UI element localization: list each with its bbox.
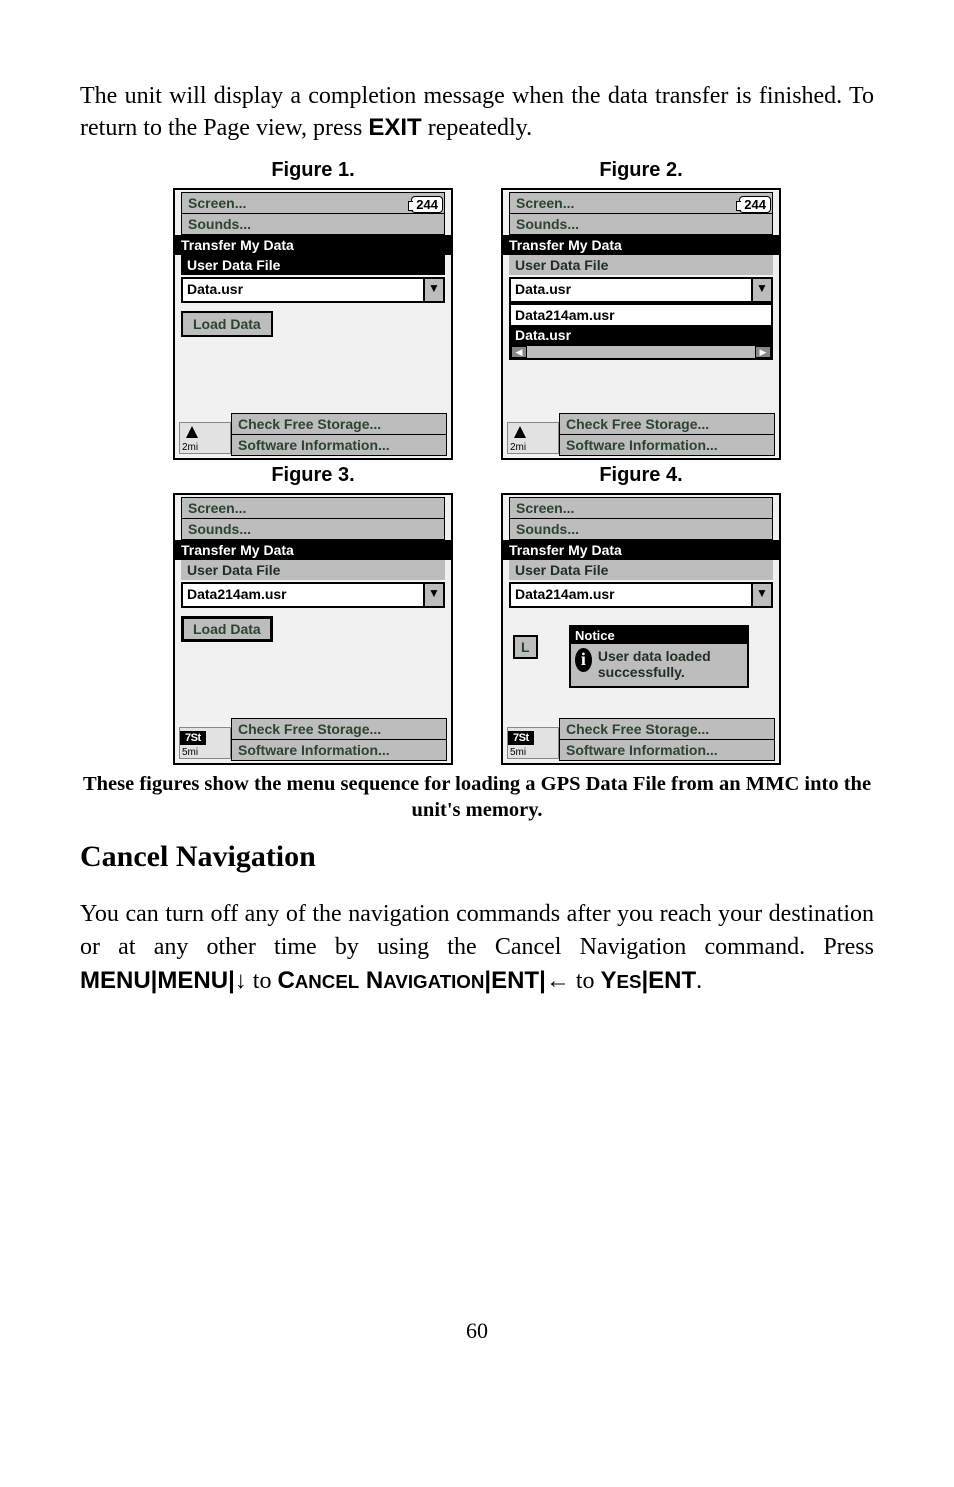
figures-container: Figure 1. Screen... Sounds... Transfer M… (80, 159, 874, 765)
pipe: | (228, 967, 235, 994)
cancel-navigation-paragraph: You can turn off any of the navigation c… (80, 898, 874, 998)
street-icon: 7St (508, 731, 534, 745)
info-icon: i (575, 648, 592, 672)
chevron-down-icon[interactable]: ▼ (423, 584, 443, 606)
transfer-title: Transfer My Data (175, 235, 451, 255)
map-thumbnail: 2mi (179, 422, 231, 454)
dropdown-option-selected[interactable]: Data.usr (511, 325, 771, 345)
file-dropdown[interactable]: Data.usr ▼ (509, 277, 773, 303)
menu-software-info[interactable]: Software Information... (231, 740, 447, 761)
chevron-down-icon[interactable]: ▼ (751, 584, 771, 606)
period: . (696, 968, 702, 994)
ent-key: ENT (491, 967, 539, 994)
figure2-title: Figure 2. (501, 159, 781, 182)
scroll-left-icon[interactable]: ◀ (511, 346, 527, 358)
figure4-panel: Screen... Sounds... Transfer My Data Use… (501, 493, 781, 765)
cancel-navigation-heading: Cancel Navigation (80, 840, 874, 874)
street-icon: 7St (180, 731, 206, 745)
transfer-title: Transfer My Data (175, 540, 451, 560)
ent-key: ENT (648, 967, 696, 994)
menu-software-info[interactable]: Software Information... (559, 435, 775, 456)
load-data-button[interactable]: Load Data (181, 616, 273, 642)
menu-check-storage[interactable]: Check Free Storage... (559, 413, 775, 435)
menu-software-info[interactable]: Software Information... (231, 435, 447, 456)
chevron-down-icon[interactable]: ▼ (423, 279, 443, 301)
figure3-title: Figure 3. (173, 464, 453, 487)
menu-sounds[interactable]: Sounds... (509, 214, 773, 235)
map-scale: 2mi (510, 442, 526, 453)
dropdown-value: Data.usr (183, 279, 423, 301)
map-thumbnail: 2mi (507, 422, 559, 454)
menu-check-storage[interactable]: Check Free Storage... (231, 413, 447, 435)
figure4-title: Figure 4. (501, 464, 781, 487)
dropdown-value: Data214am.usr (183, 584, 423, 606)
user-data-file-label: User Data File (181, 255, 445, 275)
menu-key: MENU (80, 967, 151, 994)
figure1-title: Figure 1. (173, 159, 453, 182)
file-dropdown[interactable]: Data214am.usr ▼ (509, 582, 773, 608)
dropdown-open-list[interactable]: Data214am.usr Data.usr ◀ ▶ (509, 303, 773, 360)
cursor-icon (186, 426, 198, 438)
menu-screen[interactable]: Screen... (509, 497, 773, 519)
menu-sounds[interactable]: Sounds... (181, 519, 445, 540)
notice-dialog: Notice i User data loaded successfully. (569, 625, 749, 688)
user-data-file-label: User Data File (509, 560, 773, 580)
to-word: to (570, 968, 601, 994)
arrow-down-icon: ↓ (235, 967, 247, 994)
menu-sounds[interactable]: Sounds... (181, 214, 445, 235)
dropdown-value: Data.usr (511, 279, 751, 301)
menu-screen[interactable]: Screen... (181, 497, 445, 519)
cancel-word: CANCEL NAVIGATION (277, 967, 484, 994)
transfer-title: Transfer My Data (503, 235, 779, 255)
file-dropdown[interactable]: Data.usr ▼ (181, 277, 445, 303)
figure2-panel: Screen... Sounds... Transfer My Data Use… (501, 188, 781, 460)
cursor-icon (514, 426, 526, 438)
map-thumbnail: 7St 5mi (179, 727, 231, 759)
to-word: to (247, 968, 278, 994)
dropdown-value: Data214am.usr (511, 584, 751, 606)
menu-screen[interactable]: Screen... (509, 192, 773, 214)
figure3-panel: Screen... Sounds... Transfer My Data Use… (173, 493, 453, 765)
map-scale: 5mi (510, 747, 526, 758)
chevron-down-icon[interactable]: ▼ (751, 279, 771, 301)
yes-word: YES (600, 967, 641, 994)
user-data-file-label: User Data File (509, 255, 773, 275)
dropdown-scrollbar[interactable]: ◀ ▶ (511, 345, 771, 358)
exit-key: EXIT (368, 114, 421, 141)
dropdown-option[interactable]: Data214am.usr (511, 305, 771, 325)
load-data-button[interactable]: Load Data (181, 311, 273, 337)
map-scale: 5mi (182, 747, 198, 758)
badge-indicator: 244 (739, 196, 771, 213)
notice-title: Notice (571, 627, 747, 644)
cancel-nav-text: You can turn off any of the navigation c… (80, 901, 874, 960)
scroll-right-icon[interactable]: ▶ (755, 346, 771, 358)
menu-sounds[interactable]: Sounds... (509, 519, 773, 540)
menu-key: MENU (157, 967, 228, 994)
figures-caption: These figures show the menu sequence for… (80, 771, 874, 824)
intro-post: repeatedly. (422, 115, 532, 141)
pipe: | (539, 967, 546, 994)
transfer-title: Transfer My Data (503, 540, 779, 560)
load-button-behind: L (513, 635, 538, 659)
intro-paragraph: The unit will display a completion messa… (80, 80, 874, 145)
page-number: 60 (80, 1318, 874, 1344)
menu-check-storage[interactable]: Check Free Storage... (559, 718, 775, 740)
user-data-file-label: User Data File (181, 560, 445, 580)
menu-check-storage[interactable]: Check Free Storage... (231, 718, 447, 740)
file-dropdown[interactable]: Data214am.usr ▼ (181, 582, 445, 608)
map-thumbnail: 7St 5mi (507, 727, 559, 759)
menu-screen[interactable]: Screen... (181, 192, 445, 214)
arrow-left-icon: ← (546, 967, 570, 994)
badge-indicator: 244 (411, 196, 443, 213)
figure1-panel: Screen... Sounds... Transfer My Data Use… (173, 188, 453, 460)
notice-text: User data loaded successfully. (598, 648, 741, 680)
map-scale: 2mi (182, 442, 198, 453)
menu-software-info[interactable]: Software Information... (559, 740, 775, 761)
